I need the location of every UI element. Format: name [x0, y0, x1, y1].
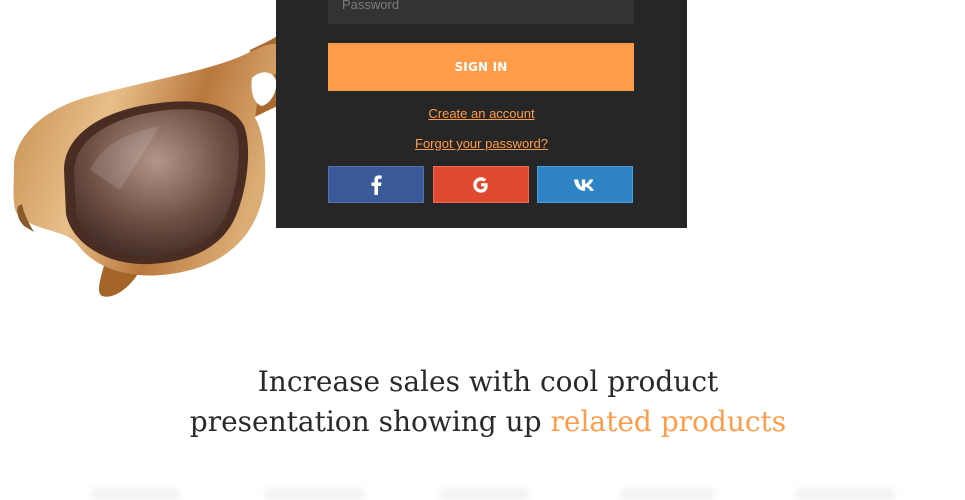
headline-accent-text: related products	[550, 405, 787, 438]
product-thumbnail-placeholder	[90, 488, 180, 500]
product-thumbnail-placeholder	[265, 488, 365, 500]
sunglasses-product-image	[13, 34, 284, 297]
product-thumbnail-placeholder	[795, 488, 895, 500]
login-panel: SIGN IN Create an account Forgot your pa…	[276, 0, 687, 228]
facebook-icon	[371, 174, 382, 195]
password-field[interactable]	[328, 0, 634, 24]
create-account-link[interactable]: Create an account	[276, 106, 687, 121]
promo-headline: Increase sales with cool product present…	[0, 362, 965, 442]
product-thumbnail-placeholder	[620, 488, 715, 500]
headline-line-2-text: presentation showing up	[189, 405, 551, 438]
headline-line-2: presentation showing up related products	[0, 402, 965, 442]
headline-line-1: Increase sales with cool product	[257, 365, 719, 398]
facebook-login-button[interactable]	[328, 166, 424, 203]
forgot-password-link[interactable]: Forgot your password?	[276, 136, 687, 151]
google-login-button[interactable]	[433, 166, 529, 203]
product-thumbnail-placeholder	[440, 488, 530, 500]
vk-icon	[574, 179, 594, 191]
vk-login-button[interactable]	[537, 166, 633, 203]
google-icon	[473, 176, 488, 193]
sign-in-button[interactable]: SIGN IN	[328, 43, 634, 91]
